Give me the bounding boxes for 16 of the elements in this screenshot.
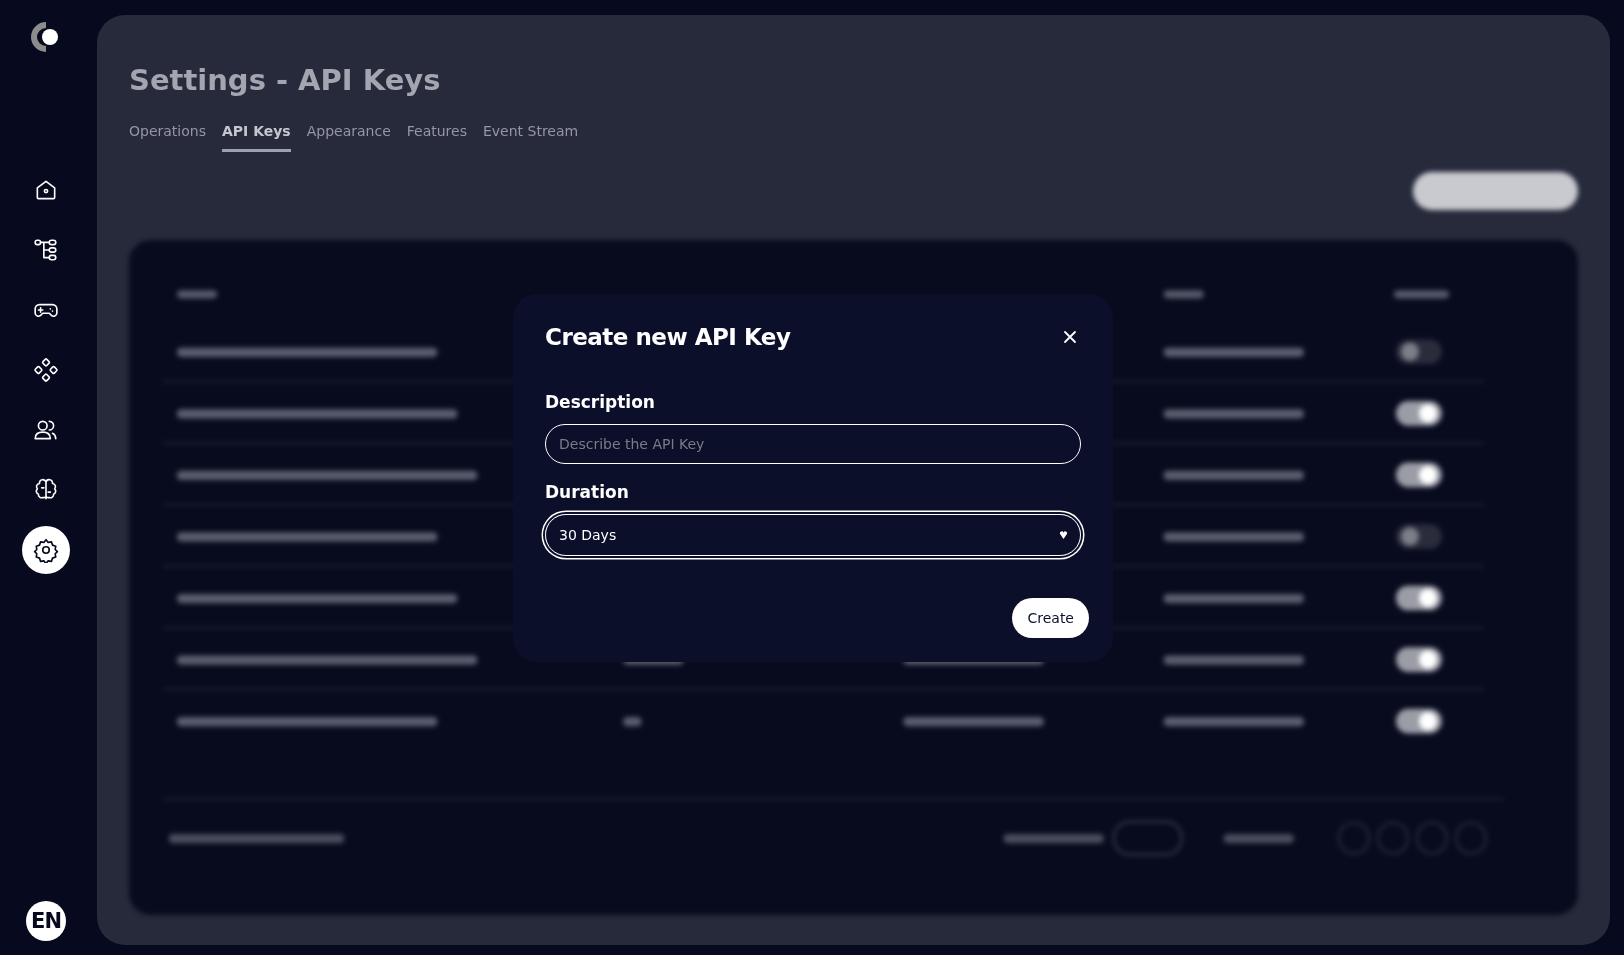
tab[interactable]: Event Stream (483, 123, 579, 152)
page-title: Settings - API Keys (129, 63, 442, 97)
blurred-button[interactable] (1413, 172, 1578, 210)
dialog-title: Create new API Key (545, 324, 791, 350)
language-button[interactable]: EN (26, 901, 66, 941)
tab[interactable]: API Keys (221, 123, 291, 152)
create-button[interactable]: Create (1012, 598, 1089, 638)
field-label: Description (545, 392, 656, 412)
tab[interactable]: Appearance (306, 123, 391, 152)
input-field[interactable]: Describe the API Key (545, 424, 1081, 464)
tab[interactable]: Operations (129, 123, 206, 152)
tab[interactable]: Features (406, 123, 467, 152)
close-icon[interactable] (1063, 330, 1077, 344)
settings-icon[interactable] (22, 526, 70, 574)
field-label: Duration (545, 482, 630, 502)
caret-icon (1059, 530, 1068, 540)
